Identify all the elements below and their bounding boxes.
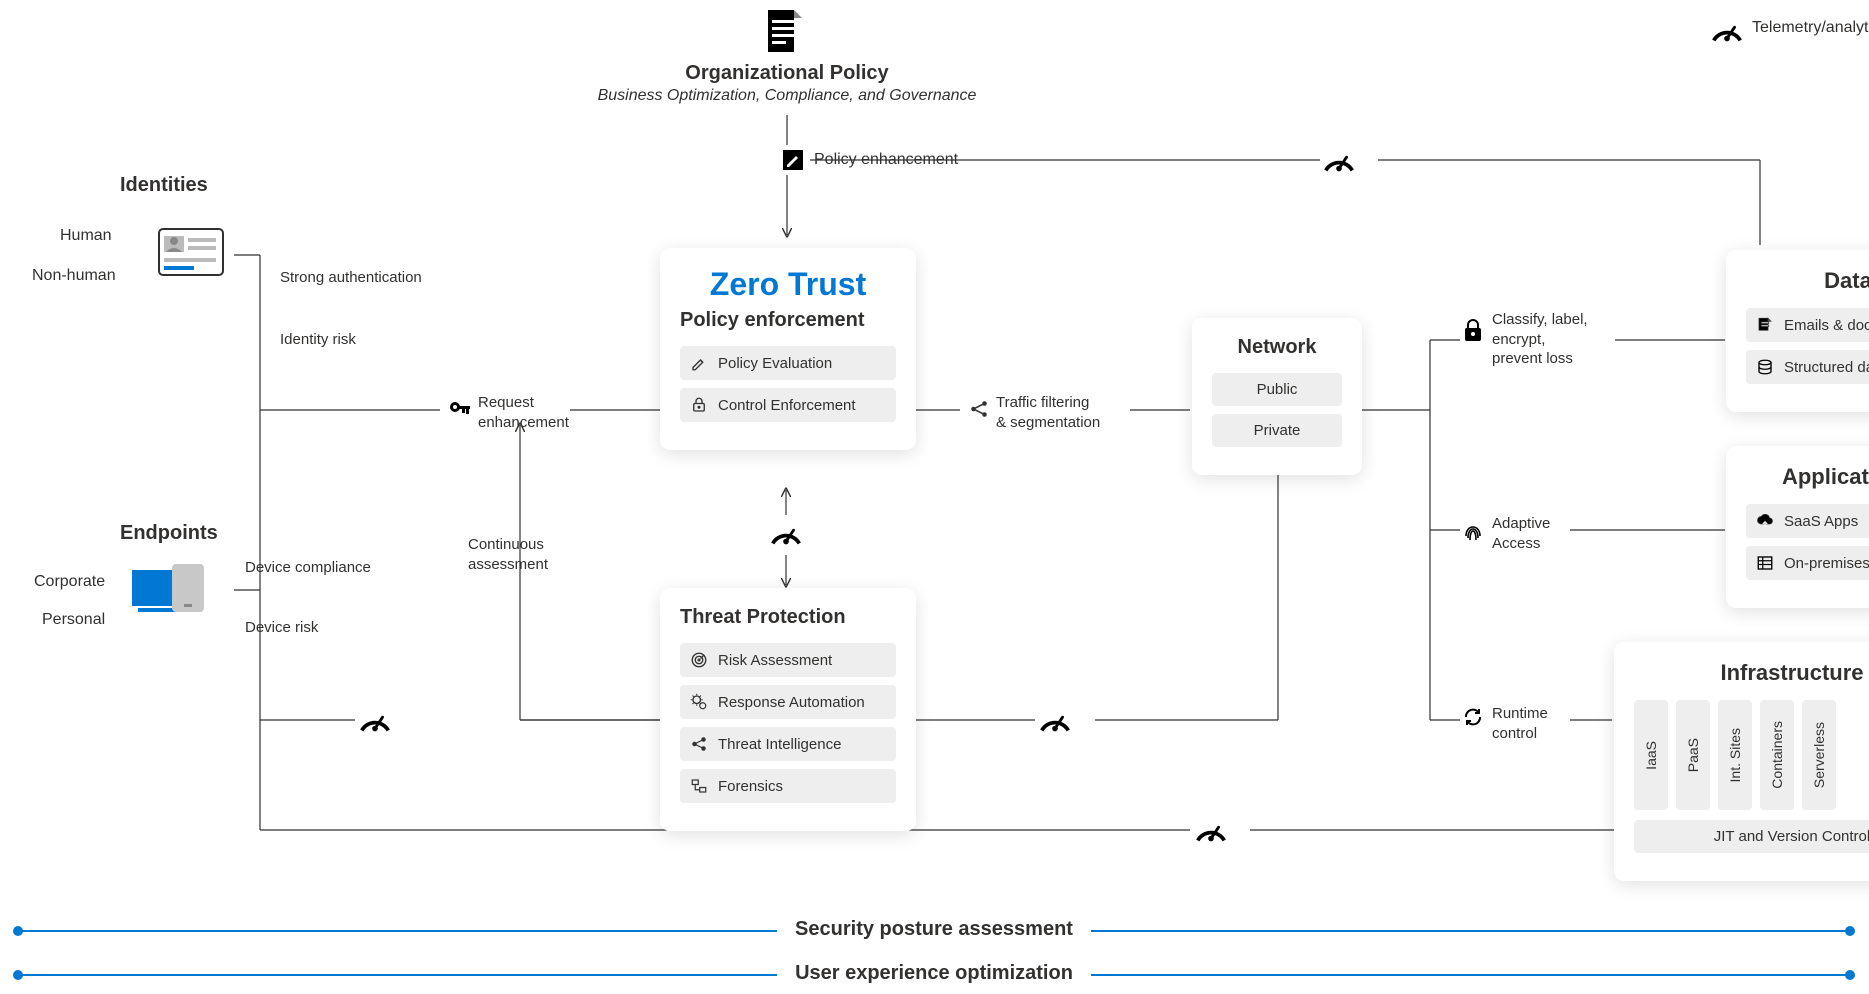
continuous-assessment-label: Continuous assessment: [468, 535, 548, 574]
vchip-containers: Containers: [1760, 700, 1794, 810]
device-compliance-label: Device compliance: [245, 558, 371, 578]
legend-telemetry: Telemetry/analytics/assessment: [1752, 18, 1869, 39]
strong-auth-label: Strong authentication: [280, 268, 422, 288]
vchip-serverless: Serverless: [1802, 700, 1836, 810]
chip-jit: JIT and Version Control: [1634, 820, 1869, 853]
chip-saas-apps: SaaS Apps: [1746, 504, 1869, 538]
identities-human: Human: [60, 226, 112, 247]
fingerprint-icon: [1462, 516, 1484, 549]
gauge-icon: [1038, 704, 1072, 738]
applications-panel: Applications SaaS Apps On-premises Apps: [1726, 446, 1869, 608]
document-icon: [762, 6, 806, 63]
chip-emails-documents: Emails & documents: [1746, 308, 1869, 342]
identities-title: Identities: [120, 172, 208, 198]
gauge-icon: [1710, 14, 1744, 48]
org-policy-subtitle: Business Optimization, Compliance, and G…: [540, 86, 1034, 107]
gauge-icon: [1194, 814, 1228, 848]
chip-policy-evaluation: Policy Evaluation: [680, 346, 896, 380]
refresh-icon: [1462, 706, 1484, 735]
vchip-iaas: IaaS: [1634, 700, 1668, 810]
rule-ux: User experience optimization: [18, 974, 1850, 976]
vchip-int-sites: Int. Sites: [1718, 700, 1752, 810]
vchip-paas: PaaS: [1676, 700, 1710, 810]
chip-forensics: Forensics: [680, 769, 896, 803]
chip-response-automation: Response Automation: [680, 685, 896, 719]
gauge-icon: [358, 704, 392, 738]
chip-public: Public: [1212, 373, 1342, 406]
endpoints-title: Endpoints: [120, 520, 218, 546]
threat-panel: Threat Protection Risk Assessment Respon…: [660, 588, 916, 831]
share-icon: [968, 398, 990, 427]
identity-risk-label: Identity risk: [280, 330, 356, 350]
device-risk-label: Device risk: [245, 618, 318, 638]
infrastructure-panel: Infrastructure IaaS PaaS Int. Sites Cont…: [1614, 642, 1869, 881]
chip-onprem-apps: On-premises Apps: [1746, 546, 1869, 580]
lock-icon: [1462, 318, 1484, 351]
org-policy-title: Organizational Policy: [600, 60, 974, 86]
rule-posture: Security posture assessment: [18, 930, 1850, 932]
chip-risk-assessment: Risk Assessment: [680, 643, 896, 677]
endpoints-corporate: Corporate: [34, 572, 105, 593]
policy-enhancement-label: Policy enhancement: [814, 150, 958, 171]
key-icon: [448, 398, 472, 429]
network-title: Network: [1212, 336, 1342, 359]
zero-trust-panel: Zero Trust Policy enforcement Policy Eva…: [660, 248, 916, 450]
edit-square-icon: [782, 149, 804, 178]
chip-private: Private: [1212, 414, 1342, 447]
rule-posture-label: Security posture assessment: [777, 918, 1091, 941]
devices-icon: [130, 560, 208, 621]
runtime-control-label: Runtime control: [1492, 704, 1548, 743]
id-card-icon: [158, 228, 224, 281]
gauge-icon: [769, 517, 803, 551]
infra-vchip-row: IaaS PaaS Int. Sites Containers Serverle…: [1634, 700, 1869, 810]
endpoints-personal: Personal: [42, 610, 105, 631]
threat-title: Threat Protection: [680, 606, 896, 629]
zero-trust-title: Zero Trust: [680, 266, 896, 303]
infrastructure-title: Infrastructure: [1634, 660, 1869, 686]
network-panel: Network Public Private: [1192, 318, 1362, 475]
chip-control-enforcement: Control Enforcement: [680, 388, 896, 422]
gauge-icon: [1322, 144, 1356, 178]
data-title: Data: [1746, 268, 1869, 294]
applications-title: Applications: [1746, 464, 1869, 490]
chip-threat-intelligence: Threat Intelligence: [680, 727, 896, 761]
rule-ux-label: User experience optimization: [777, 962, 1091, 985]
chip-structured-data: Structured data: [1746, 350, 1869, 384]
adaptive-access-label: Adaptive Access: [1492, 514, 1550, 553]
data-panel: Data Emails & documents Structured data: [1726, 250, 1869, 412]
identities-nonhuman: Non-human: [32, 266, 116, 287]
traffic-filtering-label: Traffic filtering & segmentation: [996, 393, 1100, 432]
request-enhancement-label: Request enhancement: [478, 393, 569, 432]
zero-trust-subtitle: Policy enforcement: [680, 309, 896, 332]
classify-label: Classify, label, encrypt, prevent loss: [1492, 310, 1588, 369]
